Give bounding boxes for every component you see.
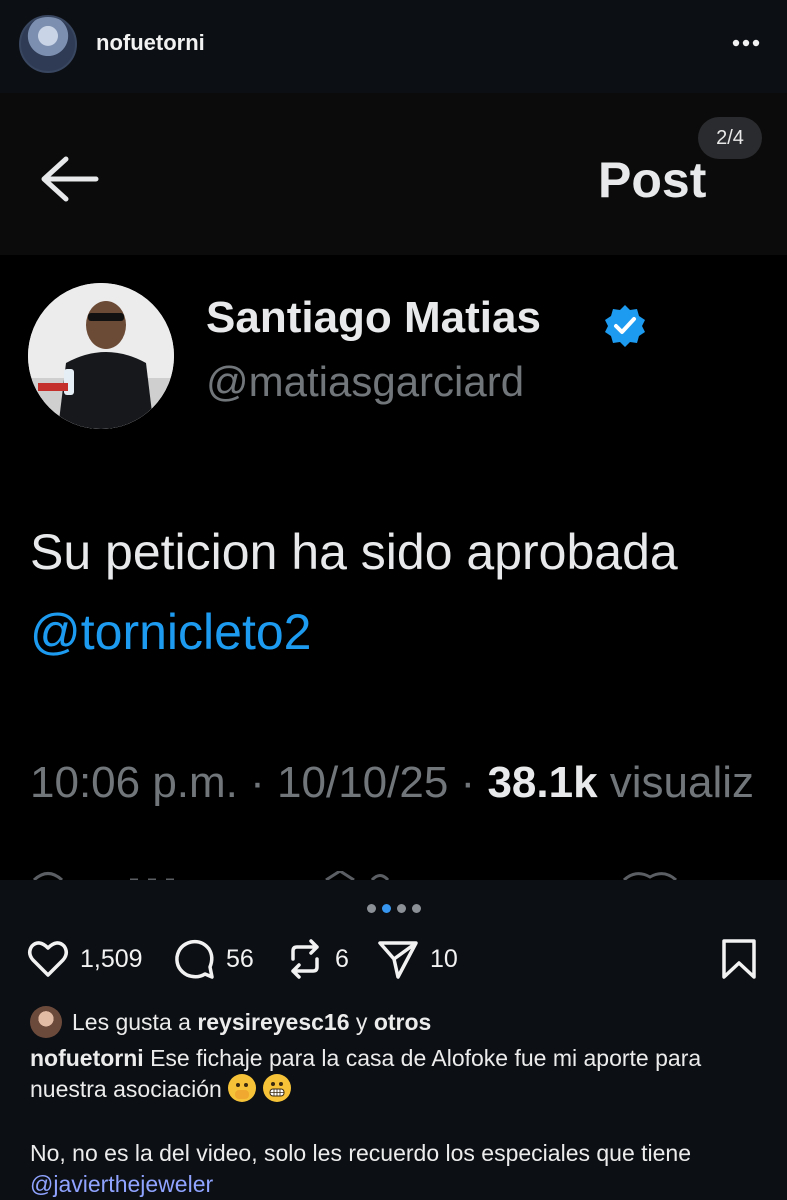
share-button[interactable]: 10 (376, 935, 458, 983)
tweet-date: 10/10/25 (277, 758, 449, 807)
carousel-dot (396, 904, 406, 913)
profile-avatar[interactable] (19, 15, 77, 73)
more-options-icon[interactable] (726, 28, 766, 58)
tweet-author-handle: @matiasgarciard (206, 358, 525, 405)
post-username[interactable]: nofuetorni (96, 30, 205, 56)
repost-count: 6 (335, 944, 349, 973)
comment-button[interactable]: 56 (172, 935, 254, 983)
tweet-page-title: Post (598, 152, 707, 208)
tweet-topbar: Post (0, 93, 787, 255)
meta-separator: · (250, 758, 265, 807)
repost-icon (291, 939, 319, 979)
comment-icon (175, 939, 214, 979)
post-image[interactable]: Post 2/4 Santiago Matias @matiasgarciard… (0, 93, 787, 880)
tweet-meta: 10:06 p.m. · 10/10/25 · 38.1k visualiz (30, 758, 754, 808)
tweet-time: 10:06 p.m. (30, 758, 238, 807)
post-actions-bar: 1,509 56 6 10 (0, 935, 787, 983)
tweet-actions-cut-off (32, 871, 678, 880)
post-header: nofuetorni (0, 0, 787, 92)
liker-avatar (30, 1006, 62, 1038)
grimacing-face-emoji (262, 1074, 291, 1102)
share-count: 10 (430, 944, 458, 973)
tweet-author-name: Santiago Matias (206, 293, 541, 342)
carousel-dot (411, 904, 421, 913)
meta-separator: · (460, 758, 476, 807)
liked-by-prefix: Les gusta a (72, 1008, 191, 1035)
like-button[interactable]: 1,509 (26, 935, 143, 983)
post-caption: nofuetorni Ese fichaje para la casa de A… (30, 1043, 760, 1105)
carousel-dot-active (381, 904, 391, 913)
slide-counter: 2/4 (698, 117, 762, 159)
bookmark-icon (722, 939, 756, 979)
face-with-open-eyes-and-hand-over-mouth-emoji (228, 1074, 257, 1102)
caption-username[interactable]: nofuetorni (30, 1045, 144, 1071)
carousel-dot (366, 904, 376, 913)
liked-by-line[interactable]: Les gusta a reysireyesc16 y otros (30, 1005, 431, 1039)
tweet-views-count: 38.1k (487, 758, 598, 807)
comment-count: 56 (226, 944, 254, 973)
verified-badge-icon (602, 303, 648, 349)
heart-icon (28, 941, 68, 977)
tweet-mention: @tornicleto2 (30, 604, 312, 660)
caption-second-text: No, no es la del video, solo les recuerd… (30, 1140, 692, 1166)
save-button[interactable] (720, 938, 758, 985)
tweet-text: Su peticion ha sido aprobada (30, 524, 678, 580)
carousel-dots (0, 900, 787, 918)
caption-second-paragraph: No, no es la del video, solo les recuerd… (30, 1138, 760, 1200)
liked-by-user[interactable]: reysireyesc16 (197, 1009, 349, 1036)
tweet-author-avatar (28, 283, 174, 429)
like-count: 1,509 (80, 944, 143, 973)
liked-by-others[interactable]: otros (374, 1009, 432, 1036)
liked-by-joiner: y (355, 1008, 368, 1035)
back-arrow-icon (36, 153, 100, 205)
tweet-views-label: visualiz (609, 758, 755, 807)
repost-button[interactable]: 6 (285, 935, 349, 983)
send-icon (378, 941, 418, 979)
caption-mention-link[interactable]: @javierthejeweler (30, 1171, 213, 1197)
